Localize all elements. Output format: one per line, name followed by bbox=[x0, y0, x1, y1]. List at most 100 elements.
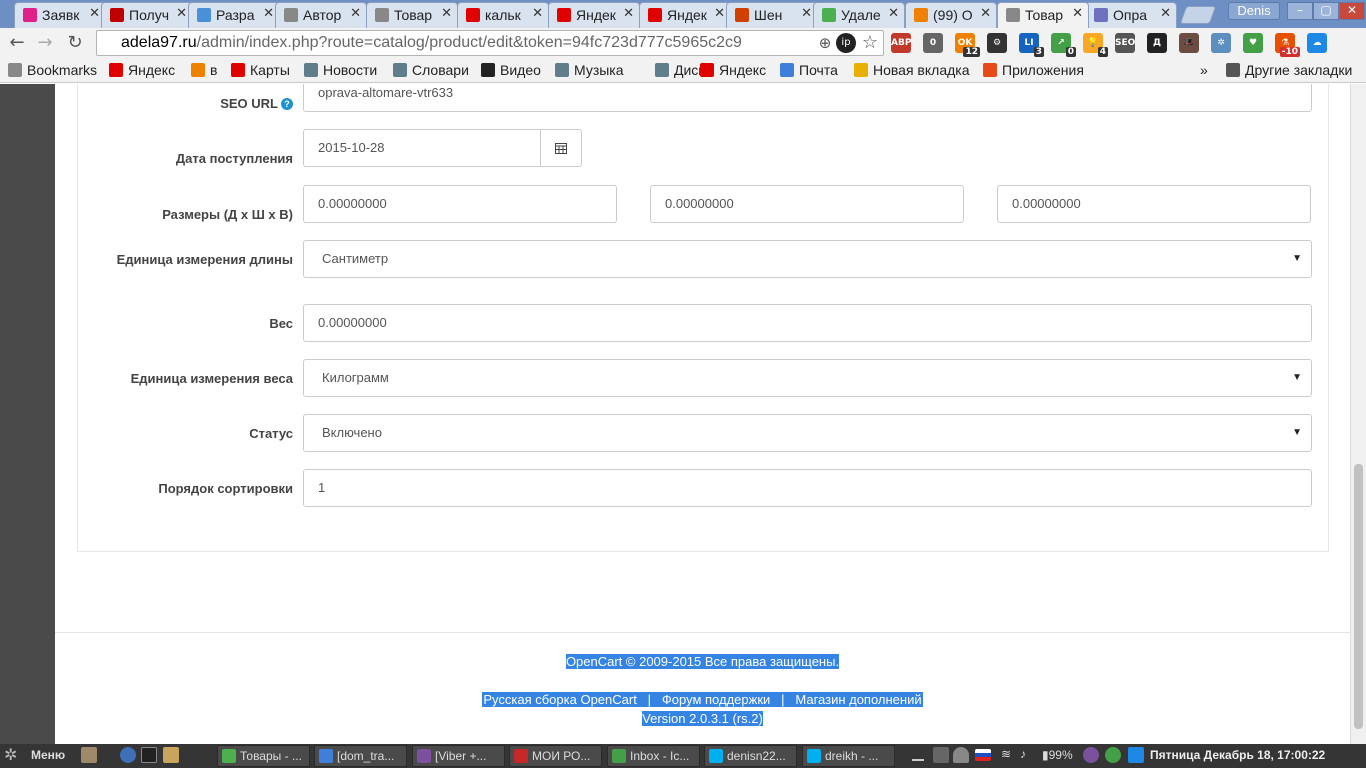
menu-gear-icon[interactable]: ✲ bbox=[4, 745, 17, 765]
addons-store-link[interactable]: Магазин дополнений bbox=[795, 692, 921, 707]
browser-extension-icon[interactable]: 0 bbox=[923, 33, 943, 53]
browser-extension-icon[interactable]: ☁ bbox=[1307, 33, 1327, 53]
tab-close-icon[interactable]: ✕ bbox=[1160, 6, 1171, 21]
tab-close-icon[interactable]: ✕ bbox=[714, 6, 725, 21]
browser-tab[interactable]: кальк ✕ bbox=[457, 2, 549, 28]
browser-extension-icon[interactable]: LI 3 bbox=[1019, 33, 1044, 57]
tab-close-icon[interactable]: ✕ bbox=[350, 6, 361, 21]
taskbar-window-button[interactable]: МОИ РО... bbox=[509, 745, 602, 767]
bookmark-item[interactable]: Приложения bbox=[983, 62, 1084, 78]
browser-tab[interactable]: Удале ✕ bbox=[813, 2, 905, 28]
length-class-select[interactable]: Сантиметр ▼ bbox=[303, 240, 1312, 278]
taskbar-window-button[interactable]: Товары - ... bbox=[217, 745, 310, 767]
tab-close-icon[interactable]: ✕ bbox=[801, 6, 812, 21]
sort-order-input[interactable]: 1 bbox=[303, 469, 1312, 507]
width-input[interactable]: 0.00000000 bbox=[650, 185, 964, 223]
bookmark-item[interactable]: Словари bbox=[393, 62, 469, 78]
zoom-icon[interactable]: ⊕ bbox=[814, 32, 836, 54]
bookmark-item[interactable]: Новая вкладка bbox=[854, 62, 970, 78]
back-button[interactable]: ← bbox=[6, 32, 28, 54]
weight-class-select[interactable]: Килограмм ▼ bbox=[303, 359, 1312, 397]
tab-close-icon[interactable]: ✕ bbox=[441, 6, 452, 21]
browser-tab[interactable]: Получ ✕ bbox=[101, 2, 193, 28]
bookmarks-overflow-button[interactable]: » bbox=[1200, 62, 1208, 78]
status-select[interactable]: Включено ▼ bbox=[303, 414, 1312, 452]
browser-extension-icon[interactable]: 🎩 bbox=[1179, 33, 1199, 53]
wifi-icon[interactable]: ≋ bbox=[1001, 747, 1011, 761]
bookmark-item[interactable]: в bbox=[191, 62, 217, 78]
messenger-tray-icon[interactable] bbox=[1128, 747, 1144, 763]
browser-extension-icon[interactable]: ✲ bbox=[1211, 33, 1231, 53]
bookmark-item[interactable]: Музыка bbox=[555, 62, 624, 78]
weight-input[interactable]: 0.00000000 bbox=[303, 304, 1312, 342]
browser-tab[interactable]: Заявк ✕ bbox=[14, 2, 106, 28]
browser-extension-icon[interactable]: ABP bbox=[891, 33, 911, 53]
height-input[interactable]: 0.00000000 bbox=[997, 185, 1311, 223]
tab-close-icon[interactable]: ✕ bbox=[89, 6, 100, 21]
screenshot-icon[interactable] bbox=[933, 747, 949, 763]
tab-close-icon[interactable]: ✕ bbox=[176, 6, 187, 21]
seo-url-input[interactable]: oprava-altomare-vtr633 bbox=[303, 84, 1312, 112]
browser-extension-icon[interactable]: ⚙ bbox=[987, 33, 1007, 53]
minimize-window-button[interactable]: – bbox=[1287, 2, 1313, 20]
bookmark-item[interactable]: Яндекс bbox=[700, 62, 766, 78]
browser-tab[interactable]: Товар ✕ bbox=[366, 2, 458, 28]
user-icon[interactable] bbox=[953, 747, 969, 763]
address-bar[interactable]: adela97.ru/admin/index.php?route=catalog… bbox=[96, 30, 884, 56]
bookmark-item[interactable]: Новости bbox=[304, 62, 377, 78]
bookmark-star-icon[interactable]: ☆ bbox=[859, 32, 881, 54]
keyboard-layout-flag-icon[interactable] bbox=[975, 749, 991, 761]
tab-close-icon[interactable]: ✕ bbox=[623, 6, 634, 21]
bookmark-item[interactable]: Почта bbox=[780, 62, 838, 78]
bookmark-item[interactable]: Диск bbox=[655, 62, 704, 78]
start-menu-button[interactable]: Меню bbox=[31, 748, 65, 762]
tab-close-icon[interactable]: ✕ bbox=[1072, 6, 1083, 21]
profile-badge[interactable]: Denis bbox=[1228, 2, 1280, 20]
files-launcher-icon[interactable] bbox=[81, 747, 97, 763]
tab-close-icon[interactable]: ✕ bbox=[532, 6, 543, 21]
maximize-window-button[interactable]: ▢ bbox=[1313, 2, 1339, 20]
taskbar-window-button[interactable]: [dom_tra... bbox=[314, 745, 407, 767]
browser-extension-icon[interactable]: ♥ bbox=[1243, 33, 1263, 53]
browser-extension-icon[interactable]: ⚗ -10 bbox=[1275, 33, 1300, 57]
bookmark-item[interactable]: Яндекс bbox=[109, 62, 175, 78]
scrollbar-thumb[interactable] bbox=[1354, 464, 1363, 729]
bookmark-item[interactable]: Bookmarks bbox=[8, 62, 97, 78]
show-desktop-icon[interactable] bbox=[912, 749, 924, 761]
browser-extension-icon[interactable]: 💡 4 bbox=[1083, 33, 1108, 57]
checkmark-tray-icon[interactable] bbox=[1105, 747, 1121, 763]
taskbar-window-button[interactable]: Inbox - Ic... bbox=[607, 745, 700, 767]
browser-extension-icon[interactable]: Д bbox=[1147, 33, 1167, 53]
browser-tab[interactable]: Опра ✕ bbox=[1085, 2, 1177, 28]
browser-tab[interactable]: (99) О ✕ bbox=[905, 2, 997, 28]
other-bookmarks-folder[interactable]: Другие закладки bbox=[1226, 62, 1352, 78]
calendar-button[interactable] bbox=[540, 129, 582, 167]
browser-tab[interactable]: Яндек ✕ bbox=[639, 2, 731, 28]
browser-tab[interactable]: Шен ✕ bbox=[726, 2, 818, 28]
battery-indicator[interactable]: ▮99% bbox=[1042, 748, 1073, 762]
russian-opencart-link[interactable]: Русская сборка OpenCart bbox=[483, 692, 636, 707]
reload-button[interactable]: ↻ bbox=[64, 32, 86, 54]
browser-extension-icon[interactable]: SEO bbox=[1115, 33, 1135, 53]
terminal-launcher-icon[interactable] bbox=[141, 747, 157, 763]
new-tab-button[interactable] bbox=[1179, 6, 1217, 24]
bookmark-item[interactable]: Видео bbox=[481, 62, 541, 78]
forward-button[interactable]: → bbox=[34, 32, 56, 54]
help-icon[interactable]: ? bbox=[281, 98, 293, 110]
length-input[interactable]: 0.00000000 bbox=[303, 185, 617, 223]
taskbar-window-button[interactable]: dreikh - ... bbox=[802, 745, 895, 767]
page-scrollbar[interactable] bbox=[1350, 84, 1366, 744]
tab-close-icon[interactable]: ✕ bbox=[888, 6, 899, 21]
folder-launcher-icon[interactable] bbox=[163, 747, 179, 763]
taskbar-window-button[interactable]: [Viber +... bbox=[412, 745, 505, 767]
system-clock[interactable]: Пятница Декабрь 18, 17:00:22 bbox=[1150, 748, 1325, 762]
browser-launcher-icon[interactable] bbox=[120, 747, 136, 763]
date-available-input[interactable]: 2015-10-28 bbox=[303, 129, 541, 167]
tab-close-icon[interactable]: ✕ bbox=[263, 6, 274, 21]
support-forum-link[interactable]: Форум поддержки bbox=[662, 692, 770, 707]
browser-tab[interactable]: Товар ✕ bbox=[997, 2, 1089, 28]
close-window-button[interactable]: ✕ bbox=[1339, 2, 1365, 20]
browser-extension-icon[interactable]: ↗ 0 bbox=[1051, 33, 1076, 57]
browser-tab[interactable]: Яндек ✕ bbox=[548, 2, 640, 28]
taskbar-window-button[interactable]: denisn22... bbox=[704, 745, 797, 767]
